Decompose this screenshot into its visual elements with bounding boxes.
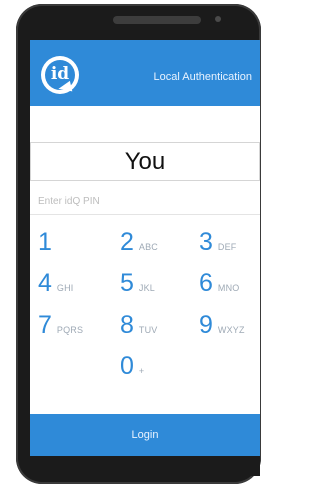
app-header: id Local Authentication	[30, 40, 260, 106]
app-screen: id Local Authentication You 1 2 ABC 3 DE…	[30, 40, 260, 456]
pin-input[interactable]	[38, 192, 248, 210]
keypad-key-9[interactable]: 9 WXYZ	[199, 310, 260, 340]
key-digit: 9	[199, 311, 213, 339]
keypad-key-6[interactable]: 6 MNO	[199, 268, 260, 298]
front-camera	[215, 16, 221, 22]
phone-bottom-bezel	[30, 456, 260, 476]
login-button[interactable]: Login	[30, 414, 260, 456]
key-digit: 4	[38, 269, 52, 297]
key-letters: WXYZ	[217, 325, 245, 335]
login-label: Login	[131, 429, 159, 441]
keypad-key-7[interactable]: 7 PQRS	[38, 310, 108, 340]
pin-field[interactable]	[30, 188, 260, 215]
keypad-key-4[interactable]: 4 GHI	[38, 268, 108, 298]
key-digit: 3	[199, 228, 213, 256]
speaker-grille	[113, 16, 201, 24]
key-letters: +	[138, 366, 145, 376]
keypad-key-3[interactable]: 3 DEF	[199, 227, 260, 257]
key-letters: DEF	[217, 242, 237, 252]
keypad-key-2[interactable]: 2 ABC	[120, 227, 190, 257]
key-digit: 0	[120, 352, 134, 380]
keypad-key-0[interactable]: 0 +	[120, 351, 190, 381]
key-digit: 7	[38, 311, 52, 339]
keypad-key-5[interactable]: 5 JKL	[120, 268, 190, 298]
key-digit: 2	[120, 228, 134, 256]
user-display: You	[30, 142, 260, 181]
key-digit: 1	[38, 228, 52, 256]
keypad-key-1[interactable]: 1	[38, 227, 108, 257]
header-title: Local Authentication	[153, 71, 252, 83]
key-digit: 8	[120, 311, 134, 339]
keypad-key-8[interactable]: 8 TUV	[120, 310, 190, 340]
user-name: You	[124, 148, 166, 175]
key-letters: ABC	[138, 242, 159, 252]
key-letters: GHI	[56, 283, 74, 293]
key-letters: TUV	[138, 325, 158, 335]
key-digit: 5	[120, 269, 134, 297]
key-letters: MNO	[217, 283, 240, 293]
key-letters: PQRS	[56, 325, 84, 335]
key-digit: 6	[199, 269, 213, 297]
key-letters: JKL	[138, 283, 156, 293]
